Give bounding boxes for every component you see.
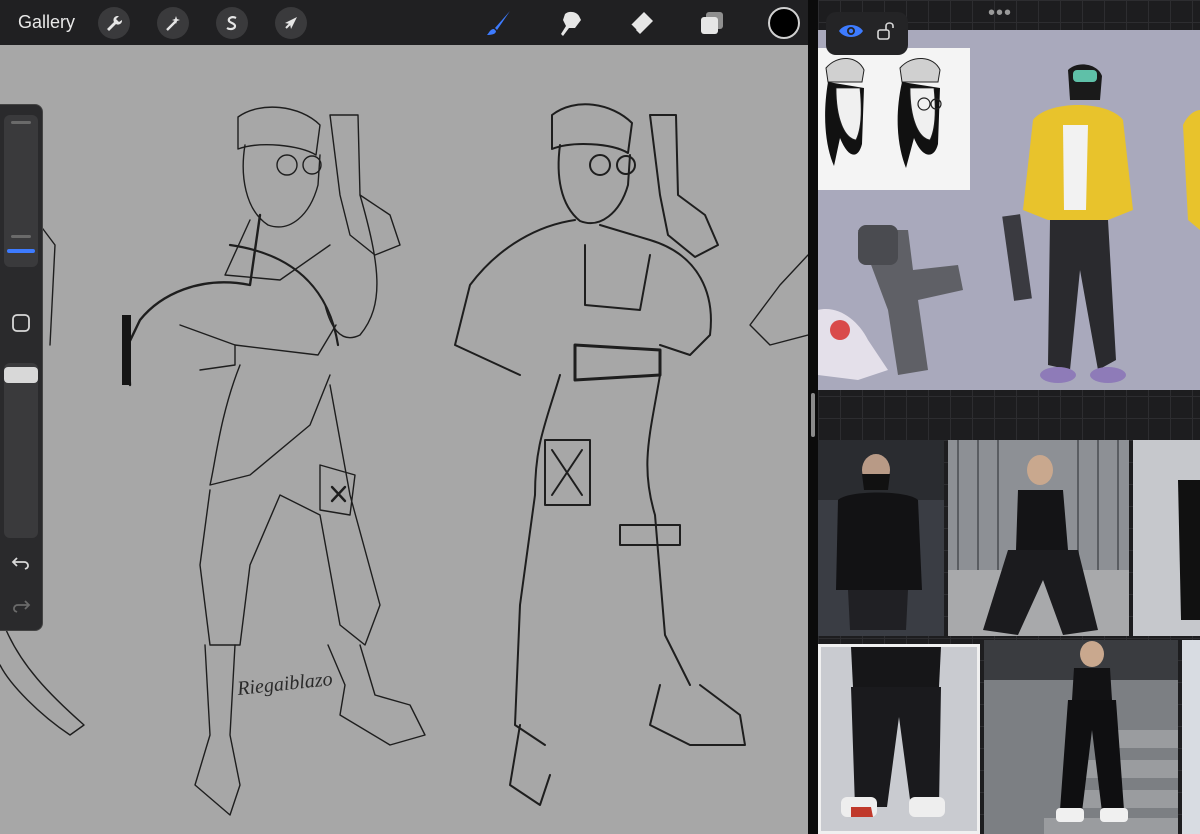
modify-square-icon[interactable] <box>7 309 35 337</box>
eye-icon[interactable] <box>838 22 864 45</box>
brush-icon[interactable] <box>482 6 516 40</box>
slider-mid-marker <box>11 235 31 238</box>
reference-photo-5[interactable] <box>984 640 1178 834</box>
head-studies-reference[interactable] <box>818 48 970 190</box>
brush-size-handle[interactable] <box>7 249 35 253</box>
split-view-divider[interactable] <box>808 0 818 834</box>
wrench-icon[interactable] <box>98 7 130 39</box>
reference-photo-4[interactable] <box>818 644 980 834</box>
unlock-icon[interactable] <box>876 21 896 46</box>
photo-cargo-pants-image <box>821 647 977 831</box>
brush-size-slider[interactable] <box>4 115 38 267</box>
gallery-button[interactable]: Gallery <box>18 12 80 33</box>
photo-partial-image <box>1133 440 1200 636</box>
head-sketches-image <box>818 48 970 190</box>
procreate-app: Riegaiblazo Gallery <box>0 0 808 834</box>
photo-man-masked-image <box>818 440 944 636</box>
window-options-handle[interactable]: ••• <box>988 2 1012 25</box>
drawing-canvas[interactable]: Riegaiblazo <box>0 45 808 834</box>
brush-sidebar <box>0 104 43 631</box>
photo-stairs-image <box>984 640 1178 834</box>
sketch-artwork: Riegaiblazo <box>0 103 808 816</box>
opacity-slider[interactable] <box>4 363 38 538</box>
artist-signature: Riegaiblazo <box>235 668 333 700</box>
selection-s-icon[interactable] <box>216 7 248 39</box>
reference-board: ••• <box>818 0 1200 834</box>
split-view-grip[interactable] <box>811 393 815 437</box>
top-toolbar: Gallery <box>0 0 808 45</box>
undo-icon[interactable] <box>7 549 35 577</box>
magic-wand-icon[interactable] <box>157 7 189 39</box>
reference-controls <box>826 12 908 55</box>
reference-photo-1[interactable] <box>818 440 944 636</box>
cursor-arrow-icon[interactable] <box>275 7 307 39</box>
eraser-icon[interactable] <box>624 6 658 40</box>
reference-photo-2[interactable] <box>948 440 1129 636</box>
smudge-icon[interactable] <box>553 6 587 40</box>
slider-top-marker <box>11 121 31 124</box>
reference-photo-6[interactable] <box>1182 640 1200 834</box>
redo-icon[interactable] <box>7 592 35 620</box>
layers-icon[interactable] <box>695 6 729 40</box>
opacity-handle[interactable] <box>4 367 38 383</box>
color-picker-swatch[interactable] <box>768 7 800 39</box>
photo-man-sitting-image <box>948 440 1129 636</box>
reference-photo-3[interactable] <box>1133 440 1200 636</box>
